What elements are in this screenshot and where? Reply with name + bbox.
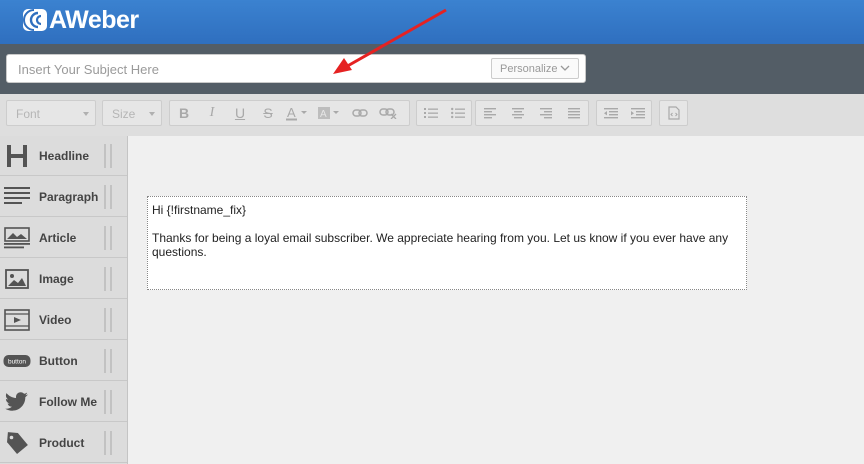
personalize-dropdown[interactable]: Personalize bbox=[491, 58, 579, 79]
underline-button[interactable]: U bbox=[226, 101, 254, 125]
align-center-button[interactable] bbox=[504, 101, 532, 125]
button-icon: button bbox=[0, 346, 34, 376]
indent-button[interactable] bbox=[624, 101, 651, 125]
underline-icon: U bbox=[234, 105, 246, 121]
svg-text:A: A bbox=[287, 105, 296, 120]
align-group bbox=[475, 100, 589, 126]
bold-icon: B bbox=[178, 105, 190, 121]
bullet-list-icon bbox=[450, 107, 465, 119]
palette-item-article[interactable]: Article bbox=[0, 218, 127, 258]
palette-label: Follow Me bbox=[39, 394, 97, 409]
link-icon bbox=[352, 109, 368, 117]
strikethrough-button[interactable]: S bbox=[254, 101, 282, 125]
numbered-list-icon bbox=[423, 108, 438, 118]
body-text[interactable]: Thanks for being a loyal email subscribe… bbox=[152, 231, 742, 259]
bold-button[interactable]: B bbox=[170, 101, 198, 125]
palette-item-headline[interactable]: Headline bbox=[0, 136, 127, 176]
indent-group bbox=[596, 100, 652, 126]
font-select-label: Font bbox=[16, 107, 41, 121]
drag-handle-icon[interactable] bbox=[104, 143, 112, 168]
palette-label: Paragraph bbox=[39, 189, 99, 204]
drag-handle-icon[interactable] bbox=[104, 430, 112, 455]
background-color-icon: A bbox=[318, 107, 339, 120]
svg-text:A: A bbox=[320, 109, 327, 120]
personalize-label: Personalize bbox=[500, 62, 558, 75]
drag-handle-icon[interactable] bbox=[104, 307, 112, 332]
justify-button[interactable] bbox=[560, 101, 588, 125]
image-icon bbox=[0, 264, 34, 294]
size-select-label: Size bbox=[112, 107, 136, 121]
subject-input[interactable] bbox=[16, 61, 480, 78]
text-block[interactable]: Hi {!firstname_fix} Thanks for being a l… bbox=[147, 196, 747, 290]
palette-label: Article bbox=[39, 230, 77, 245]
palette-label: Product bbox=[39, 435, 85, 450]
align-left-button[interactable] bbox=[476, 101, 504, 125]
italic-button[interactable]: I bbox=[198, 101, 226, 125]
brand-name: AWeber bbox=[49, 5, 139, 34]
numbered-list-button[interactable] bbox=[417, 101, 444, 125]
palette-label: Image bbox=[39, 271, 74, 286]
indent-icon bbox=[630, 107, 645, 118]
size-select[interactable]: Size bbox=[102, 100, 162, 126]
html-source-icon bbox=[667, 106, 680, 120]
text-color-button[interactable]: A bbox=[282, 101, 314, 125]
aweber-logo[interactable]: AWeber bbox=[22, 6, 139, 34]
size-select-caret-icon bbox=[149, 112, 155, 116]
palette-label: Video bbox=[39, 312, 72, 327]
background-color-button[interactable]: A bbox=[314, 101, 346, 125]
block-palette: Headline Paragraph Article Image Video b… bbox=[0, 136, 128, 464]
drag-handle-icon[interactable] bbox=[104, 266, 112, 291]
message-canvas: Hi {!firstname_fix} Thanks for being a l… bbox=[128, 136, 864, 464]
italic-icon: I bbox=[209, 105, 215, 120]
paragraph-icon bbox=[0, 182, 34, 212]
subject-bar: Personalize bbox=[0, 44, 864, 94]
headline-icon bbox=[0, 141, 34, 171]
align-right-button[interactable] bbox=[532, 101, 560, 125]
outdent-button[interactable] bbox=[597, 101, 624, 125]
strikethrough-icon: S bbox=[263, 105, 273, 121]
palette-label: Headline bbox=[39, 148, 90, 163]
remove-link-button[interactable] bbox=[374, 101, 402, 125]
greeting-text[interactable]: Hi {!firstname_fix} bbox=[152, 203, 742, 217]
drag-handle-icon[interactable] bbox=[104, 348, 112, 373]
text-style-group: B I U S A A bbox=[169, 100, 410, 126]
palette-item-follow-me[interactable]: Follow Me bbox=[0, 382, 127, 422]
chevron-down-icon bbox=[560, 65, 570, 71]
align-center-icon bbox=[512, 107, 524, 118]
twitter-bird-icon bbox=[0, 387, 34, 417]
align-left-icon bbox=[484, 107, 496, 118]
palette-item-button[interactable]: button Button bbox=[0, 341, 127, 381]
subject-field[interactable]: Personalize bbox=[6, 54, 586, 83]
text-color-icon: A bbox=[286, 105, 307, 121]
palette-item-paragraph[interactable]: Paragraph bbox=[0, 177, 127, 217]
align-right-icon bbox=[540, 107, 552, 118]
palette-item-image[interactable]: Image bbox=[0, 259, 127, 299]
font-select[interactable]: Font bbox=[6, 100, 96, 126]
bullet-list-button[interactable] bbox=[444, 101, 471, 125]
palette-label: Button bbox=[39, 353, 78, 368]
price-tag-icon bbox=[0, 428, 34, 458]
html-source-button[interactable] bbox=[660, 101, 687, 125]
article-icon bbox=[0, 223, 34, 253]
font-select-caret-icon bbox=[83, 112, 89, 116]
palette-item-video[interactable]: Video bbox=[0, 300, 127, 340]
aweber-logo-icon bbox=[23, 9, 47, 31]
outdent-icon bbox=[603, 107, 618, 118]
video-icon bbox=[0, 305, 34, 335]
app-header: AWeber bbox=[0, 0, 864, 44]
drag-handle-icon[interactable] bbox=[104, 389, 112, 414]
list-group bbox=[416, 100, 472, 126]
justify-icon bbox=[568, 107, 580, 118]
button-icon-text: button bbox=[8, 358, 26, 365]
palette-item-product[interactable]: Product bbox=[0, 423, 127, 463]
unlink-icon bbox=[379, 108, 397, 119]
drag-handle-icon[interactable] bbox=[104, 225, 112, 250]
source-group bbox=[659, 100, 688, 126]
format-toolbar: Font Size B I U S A A bbox=[0, 94, 864, 137]
insert-link-button[interactable] bbox=[346, 101, 374, 125]
drag-handle-icon[interactable] bbox=[104, 184, 112, 209]
